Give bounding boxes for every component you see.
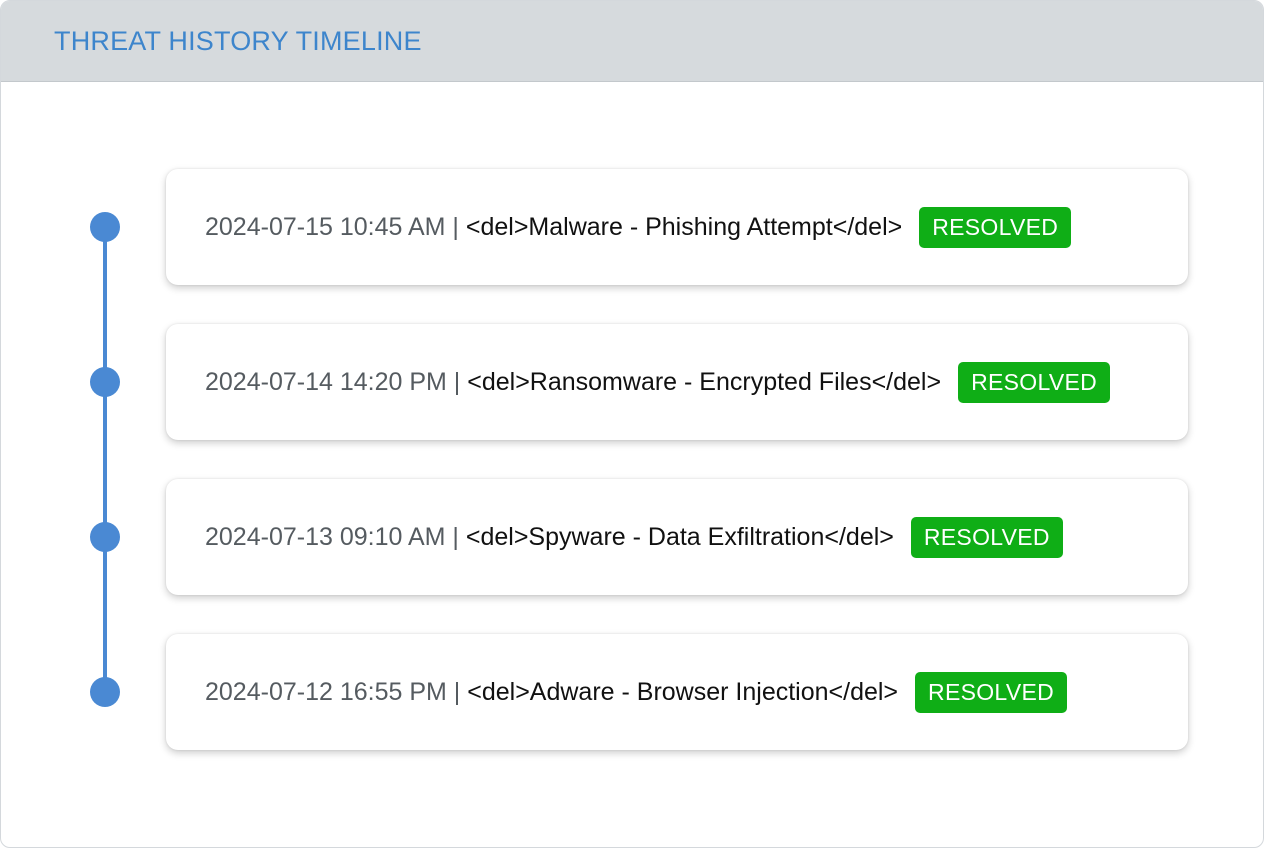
event-separator: | [445,212,466,241]
event-separator: | [446,367,468,396]
timeline-event-card[interactable]: 2024-07-14 14:20 PM | <del>Ransomware - … [166,324,1188,440]
event-timestamp: 2024-07-12 16:55 PM [205,677,447,706]
threat-history-panel: THREAT HISTORY TIMELINE 2024-07-15 10:45… [0,0,1264,848]
page-title: THREAT HISTORY TIMELINE [54,25,422,56]
event-separator: | [446,677,468,706]
timeline-dot [90,677,120,707]
status-badge: RESOLVED [958,361,1111,403]
timeline-event-card[interactable]: 2024-07-15 10:45 AM | <del>Malware - Phi… [166,169,1188,285]
event-timestamp: 2024-07-15 10:45 AM [205,212,446,241]
timeline-line [103,227,107,692]
event-separator: | [445,522,466,551]
status-badge: RESOLVED [919,206,1072,248]
timeline-event-card[interactable]: 2024-07-12 16:55 PM | <del>Adware - Brow… [166,634,1188,750]
timeline-dot [90,522,120,552]
status-badge: RESOLVED [915,671,1068,713]
timeline-event-card[interactable]: 2024-07-13 09:10 AM | <del>Spyware - Dat… [166,479,1188,595]
event-description: <del>Malware - Phishing Attempt</del> [465,212,903,241]
event-description: <del>Spyware - Data Exfiltration</del> [465,522,894,551]
status-badge: RESOLVED [910,516,1063,558]
event-description: <del>Adware - Browser Injection</del> [467,677,899,706]
timeline-dot [90,212,120,242]
event-timestamp: 2024-07-13 09:10 AM [205,522,446,551]
timeline-dot [90,367,120,397]
panel-header: THREAT HISTORY TIMELINE [1,1,1263,82]
event-description: <del>Ransomware - Encrypted Files</del> [467,367,942,396]
event-timestamp: 2024-07-14 14:20 PM [205,367,447,396]
